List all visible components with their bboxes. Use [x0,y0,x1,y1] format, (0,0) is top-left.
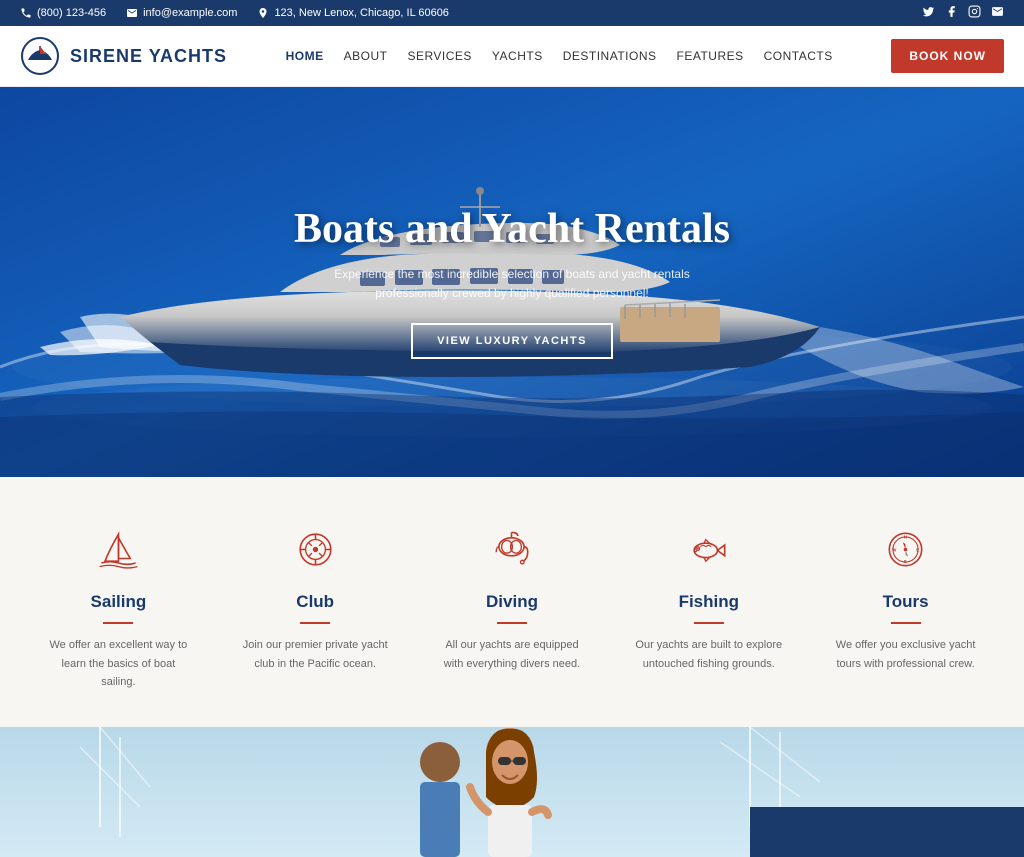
diving-divider [497,622,527,624]
logo: SIRENE YACHTS [20,36,227,76]
diving-title: Diving [429,592,596,612]
hero-cta-button[interactable]: VIEW LUXURY YACHTS [411,323,613,359]
hero-title: Boats and Yacht Rentals [294,205,730,253]
diving-desc: All our yachts are equipped with everyth… [437,636,587,673]
twitter-icon [922,5,935,18]
instagram-icon [968,5,981,18]
phone-text: (800) 123-456 [37,7,106,19]
bottom-background [0,727,1024,857]
tours-icon: N S E W [883,527,928,572]
email-item: info@example.com [126,7,237,19]
svg-text:S: S [904,559,907,564]
address-item: 123, New Lenox, Chicago, IL 60606 [257,7,449,19]
facebook-icon [945,5,958,18]
phone-icon [20,7,32,19]
nav-contacts[interactable]: CONTACTS [764,49,833,63]
twitter-link[interactable] [922,5,935,21]
hero-content: Boats and Yacht Rentals Experience the m… [274,185,750,379]
address-text: 123, New Lenox, Chicago, IL 60606 [274,7,449,19]
diving-icon-container [484,522,539,577]
phone-item: (800) 123-456 [20,7,106,19]
club-title: Club [232,592,399,612]
service-fishing: Fishing Our yachts are built to explore … [610,522,807,673]
main-nav: HOME ABOUT SERVICES YACHTS DESTINATIONS … [286,49,833,63]
club-icon-container [288,522,343,577]
services-section: Sailing We offer an excellent way to lea… [0,477,1024,727]
service-sailing: Sailing We offer an excellent way to lea… [20,522,217,692]
svg-text:N: N [904,535,907,540]
bottom-section [0,727,1024,857]
nav-home[interactable]: HOME [286,49,324,63]
instagram-link[interactable] [968,5,981,21]
fishing-desc: Our yachts are built to explore untouche… [634,636,784,673]
hero-subtitle: Experience the most incredible selection… [322,265,702,303]
facebook-link[interactable] [945,5,958,21]
service-tours: N S E W Tours We offer you exclusive yac… [807,522,1004,673]
nav-services[interactable]: SERVICES [407,49,471,63]
club-icon [293,527,338,572]
fishing-title: Fishing [625,592,792,612]
service-diving: Diving All our yachts are equipped with … [414,522,611,673]
top-bar-left: (800) 123-456 info@example.com 123, New … [20,7,449,19]
email-text: info@example.com [143,7,237,19]
svg-text:W: W [892,547,897,552]
fishing-icon-container [681,522,736,577]
sailing-desc: We offer an excellent way to learn the b… [43,636,193,692]
header: SIRENE YACHTS HOME ABOUT SERVICES YACHTS… [0,26,1024,87]
sailing-icon [96,527,141,572]
sailing-divider [103,622,133,624]
nav-destinations[interactable]: DESTINATIONS [563,49,657,63]
email-icon [126,7,138,19]
hero-section: Boats and Yacht Rentals Experience the m… [0,87,1024,477]
mail-icon [991,5,1004,18]
logo-text: SIRENE YACHTS [70,46,227,67]
tours-desc: We offer you exclusive yacht tours with … [831,636,981,673]
fishing-divider [694,622,724,624]
book-now-button[interactable]: BOOK NOW [891,39,1004,73]
fishing-icon [686,527,731,572]
social-links [922,5,1004,21]
tours-title: Tours [822,592,989,612]
sailing-icon-container [91,522,146,577]
diving-icon [489,527,534,572]
club-desc: Join our premier private yacht club in t… [240,636,390,673]
club-divider [300,622,330,624]
logo-icon [20,36,60,76]
mail-link[interactable] [991,5,1004,21]
nav-about[interactable]: ABOUT [344,49,388,63]
nav-yachts[interactable]: YACHTS [492,49,543,63]
location-icon [257,7,269,19]
top-bar: (800) 123-456 info@example.com 123, New … [0,0,1024,26]
tours-icon-container: N S E W [878,522,933,577]
nav-features[interactable]: FEATURES [677,49,744,63]
service-club: Club Join our premier private yacht club… [217,522,414,673]
sailing-title: Sailing [35,592,202,612]
tours-divider [891,622,921,624]
svg-text:E: E [916,547,919,552]
